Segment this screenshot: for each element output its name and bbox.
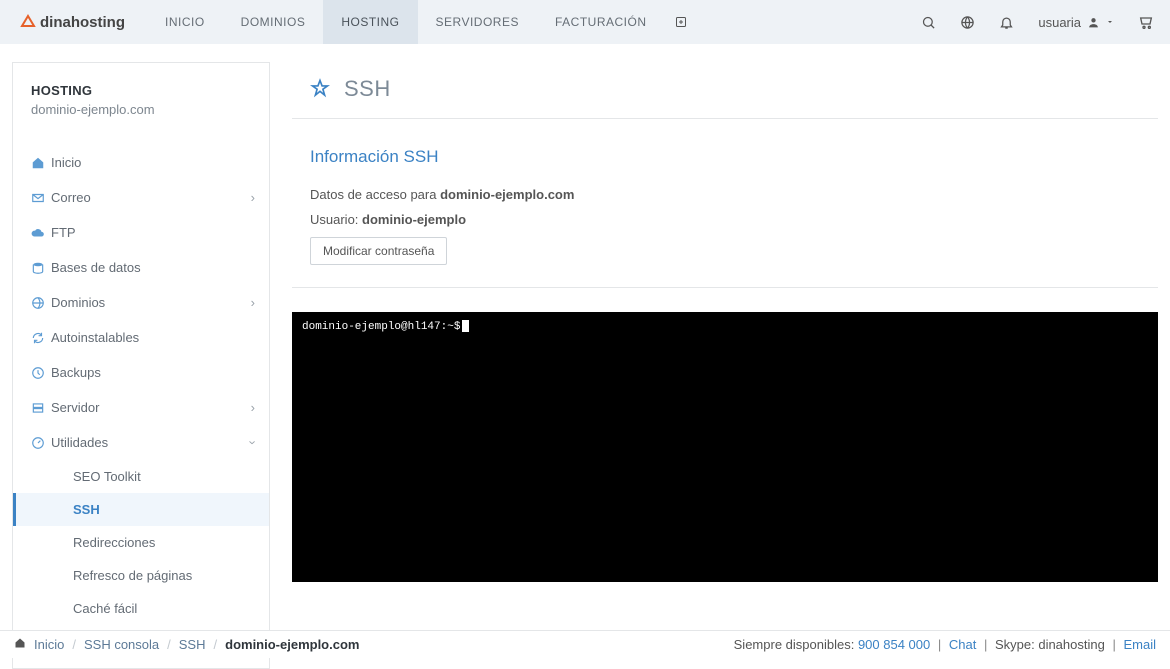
- sidebar-item-label: Backups: [51, 365, 101, 380]
- topnav: dinahosting INICIO DOMINIOS HOSTING SERV…: [0, 0, 1170, 44]
- terminal-prompt: dominio-ejemplo@hl147:~$: [302, 321, 460, 333]
- bell-icon[interactable]: [999, 15, 1014, 30]
- sidebar-item-label: Utilidades: [51, 435, 108, 450]
- footer-skype: Skype: dinahosting: [995, 637, 1105, 652]
- caret-down-icon: [1106, 18, 1114, 26]
- home-icon[interactable]: [14, 637, 26, 652]
- user-label: Usuario:: [310, 212, 362, 227]
- sub-item-ssh[interactable]: SSH: [13, 493, 269, 526]
- sub-item-refresco[interactable]: Refresco de páginas: [13, 559, 269, 592]
- footer-phone[interactable]: 900 854 000: [858, 637, 930, 652]
- nav-links: INICIO DOMINIOS HOSTING SERVIDORES FACTU…: [147, 0, 697, 44]
- footer-email[interactable]: Email: [1123, 637, 1156, 652]
- brand-logo-icon: [20, 14, 36, 30]
- nav-servidores[interactable]: SERVIDORES: [418, 0, 537, 44]
- crumb-sep: /: [72, 637, 76, 652]
- footer-sep: |: [984, 637, 987, 652]
- sidebar-item-correo[interactable]: Correo ›: [13, 180, 269, 215]
- nav-inicio[interactable]: INICIO: [147, 0, 223, 44]
- sidebar-item-backups[interactable]: Backups: [13, 355, 269, 390]
- sidebar-item-ftp[interactable]: FTP: [13, 215, 269, 250]
- panel-title: Información SSH: [310, 147, 1140, 167]
- sidebar-item-label: Servidor: [51, 400, 99, 415]
- crumb-ssh-consola[interactable]: SSH consola: [84, 637, 159, 652]
- history-icon: [31, 366, 51, 380]
- topnav-right: usuaria: [921, 0, 1154, 44]
- nav-dominios[interactable]: DOMINIOS: [223, 0, 324, 44]
- access-domain: dominio-ejemplo.com: [440, 187, 574, 202]
- chevron-down-icon: ›: [245, 440, 260, 444]
- sidebar: HOSTING dominio-ejemplo.com Inicio Corre…: [12, 62, 270, 669]
- sub-item-redirecciones[interactable]: Redirecciones: [13, 526, 269, 559]
- sidebar-item-utilidades[interactable]: Utilidades ›: [13, 425, 269, 460]
- terminal[interactable]: dominio-ejemplo@hl147:~$: [292, 312, 1158, 582]
- crumb-home[interactable]: Inicio: [34, 637, 64, 652]
- sub-item-seo[interactable]: SEO Toolkit: [13, 460, 269, 493]
- brand-text: dinahosting: [40, 14, 125, 31]
- terminal-cursor: [462, 320, 469, 332]
- nav-add-icon[interactable]: [665, 0, 697, 44]
- home-icon: [31, 156, 51, 170]
- crumb-sep: /: [167, 637, 171, 652]
- envelope-icon: [31, 191, 51, 205]
- chevron-right-icon: ›: [251, 400, 255, 415]
- access-prefix: Datos de acceso para: [310, 187, 440, 202]
- content-wrap: HOSTING dominio-ejemplo.com Inicio Corre…: [0, 44, 1170, 669]
- sidebar-item-auto[interactable]: Autoinstalables: [13, 320, 269, 355]
- dashboard-icon: [31, 436, 51, 450]
- crumb-sep: /: [214, 637, 218, 652]
- crumb-current: dominio-ejemplo.com: [225, 637, 359, 652]
- footer-right: Siempre disponibles: 900 854 000 | Chat …: [734, 637, 1156, 652]
- sub-item-cache[interactable]: Caché fácil: [13, 592, 269, 625]
- favorite-star-icon[interactable]: [310, 78, 330, 101]
- main: SSH Información SSH Datos de acceso para…: [292, 62, 1158, 582]
- sidebar-item-label: Correo: [51, 190, 91, 205]
- server-icon: [31, 401, 51, 415]
- sidebar-item-inicio[interactable]: Inicio: [13, 145, 269, 180]
- sidebar-item-label: Autoinstalables: [51, 330, 139, 345]
- chevron-right-icon: ›: [251, 190, 255, 205]
- brand[interactable]: dinahosting: [20, 0, 125, 44]
- sidebar-menu: Inicio Correo › FTP Bases de datos Domin…: [13, 145, 269, 658]
- page-header: SSH: [292, 62, 1158, 119]
- globe-icon[interactable]: [960, 15, 975, 30]
- sidebar-item-label: Bases de datos: [51, 260, 141, 275]
- chevron-right-icon: ›: [251, 295, 255, 310]
- footer: Inicio / SSH consola / SSH / dominio-eje…: [0, 630, 1170, 658]
- sidebar-submenu-utilidades: SEO Toolkit SSH Redirecciones Refresco d…: [13, 460, 269, 658]
- sidebar-item-servidor[interactable]: Servidor ›: [13, 390, 269, 425]
- database-icon: [31, 261, 51, 275]
- sidebar-item-bd[interactable]: Bases de datos: [13, 250, 269, 285]
- user-value: dominio-ejemplo: [362, 212, 466, 227]
- globe-icon: [31, 296, 51, 310]
- sidebar-item-label: FTP: [51, 225, 76, 240]
- sidebar-item-label: Dominios: [51, 295, 105, 310]
- cloud-icon: [31, 226, 51, 240]
- sidebar-domain: dominio-ejemplo.com: [31, 102, 251, 117]
- footer-avail: Siempre disponibles:: [734, 637, 858, 652]
- cart-icon[interactable]: [1138, 14, 1154, 30]
- user-line: Usuario: dominio-ejemplo: [310, 212, 1140, 227]
- user-name: usuaria: [1038, 15, 1081, 30]
- nav-facturacion[interactable]: FACTURACIÓN: [537, 0, 665, 44]
- modify-password-button[interactable]: Modificar contraseña: [310, 237, 447, 265]
- footer-chat[interactable]: Chat: [949, 637, 976, 652]
- refresh-icon: [31, 331, 51, 345]
- user-menu[interactable]: usuaria: [1038, 15, 1114, 30]
- crumb-ssh[interactable]: SSH: [179, 637, 206, 652]
- footer-sep: |: [1112, 637, 1115, 652]
- sidebar-title: HOSTING: [31, 83, 251, 98]
- user-icon: [1087, 16, 1100, 29]
- sidebar-header: HOSTING dominio-ejemplo.com: [13, 63, 269, 131]
- access-line: Datos de acceso para dominio-ejemplo.com: [310, 187, 1140, 202]
- nav-hosting[interactable]: HOSTING: [323, 0, 417, 44]
- ssh-info-panel: Información SSH Datos de acceso para dom…: [292, 119, 1158, 288]
- footer-sep: |: [938, 637, 941, 652]
- sidebar-item-label: Inicio: [51, 155, 81, 170]
- search-icon[interactable]: [921, 15, 936, 30]
- page-title: SSH: [344, 76, 391, 102]
- sidebar-item-dominios[interactable]: Dominios ›: [13, 285, 269, 320]
- breadcrumb: Inicio / SSH consola / SSH / dominio-eje…: [14, 637, 359, 652]
